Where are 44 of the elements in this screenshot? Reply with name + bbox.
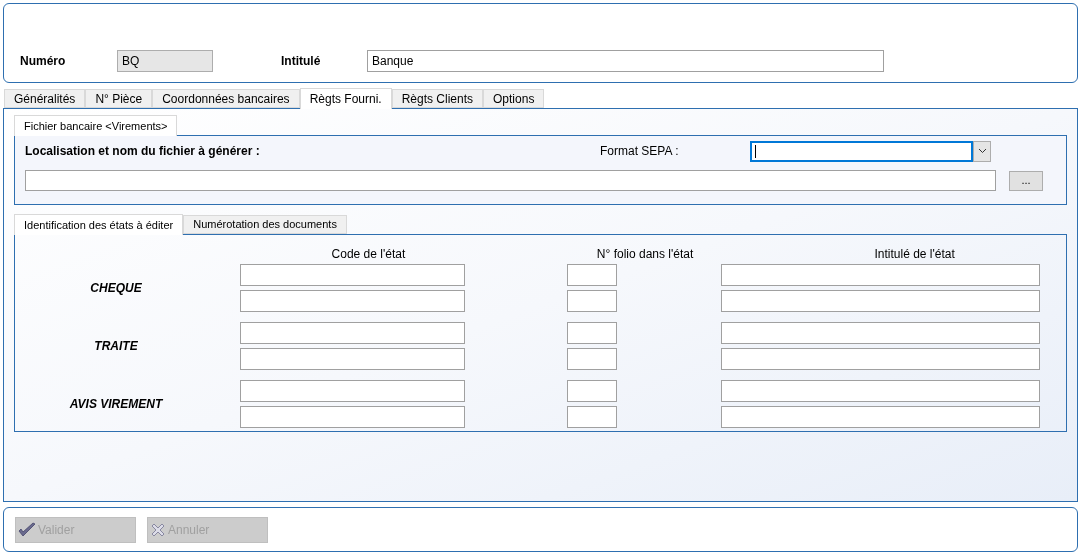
text-field[interactable] bbox=[240, 380, 465, 402]
tab[interactable]: Coordonnées bancaires bbox=[152, 89, 300, 108]
title-field[interactable]: Banque bbox=[367, 50, 884, 72]
field-label: Numéro bbox=[20, 53, 67, 70]
row-label: AVIS VIREMENT bbox=[69, 396, 163, 413]
sepa-format-label: Format SEPA : bbox=[600, 143, 680, 160]
tab[interactable]: N° Pièce bbox=[85, 89, 153, 108]
text-field[interactable] bbox=[240, 322, 465, 344]
file-location-label: Localisation et nom du fichier à générer : bbox=[25, 143, 261, 160]
row-label: CHEQUE bbox=[90, 280, 142, 297]
text-field[interactable] bbox=[721, 290, 1040, 312]
tab[interactable]: Généralités bbox=[4, 89, 86, 108]
tab[interactable]: Identification des états à éditer bbox=[14, 214, 184, 235]
chevron-down-icon bbox=[977, 148, 987, 154]
tab[interactable]: Fichier bancaire <Virements> bbox=[14, 115, 178, 136]
text-field[interactable] bbox=[240, 264, 465, 286]
text-field[interactable] bbox=[240, 348, 465, 370]
text-field[interactable] bbox=[721, 348, 1040, 370]
text-field[interactable] bbox=[567, 290, 617, 312]
field-label: Intitulé bbox=[281, 53, 322, 70]
text-field[interactable] bbox=[240, 406, 465, 428]
column-header: Intitulé de l'état bbox=[874, 246, 955, 263]
text-field[interactable] bbox=[567, 322, 617, 344]
text-field[interactable] bbox=[567, 380, 617, 402]
text-field[interactable] bbox=[567, 406, 617, 428]
text-field[interactable] bbox=[721, 406, 1040, 428]
tab[interactable]: Options bbox=[483, 89, 545, 108]
text-field[interactable] bbox=[240, 290, 465, 312]
text-field[interactable] bbox=[721, 264, 1040, 286]
close-icon bbox=[150, 521, 166, 538]
tab[interactable]: Règts Clients bbox=[391, 89, 484, 108]
checkmark-icon bbox=[18, 521, 36, 538]
row-label: TRAITE bbox=[94, 338, 138, 355]
tab[interactable]: Numérotation des documents bbox=[183, 215, 347, 234]
sepa-format-dropdown[interactable] bbox=[750, 140, 991, 162]
text-field[interactable] bbox=[567, 264, 617, 286]
text-field[interactable] bbox=[721, 380, 1040, 402]
text-field[interactable] bbox=[721, 322, 1040, 344]
tab[interactable]: Règts Fourni. bbox=[299, 88, 392, 109]
file-path-field[interactable] bbox=[25, 170, 996, 191]
column-header: N° folio dans l'état bbox=[596, 246, 694, 263]
browse-button[interactable]: ... bbox=[1009, 170, 1043, 191]
column-header: Code de l'état bbox=[331, 246, 406, 263]
text-field[interactable] bbox=[567, 348, 617, 370]
